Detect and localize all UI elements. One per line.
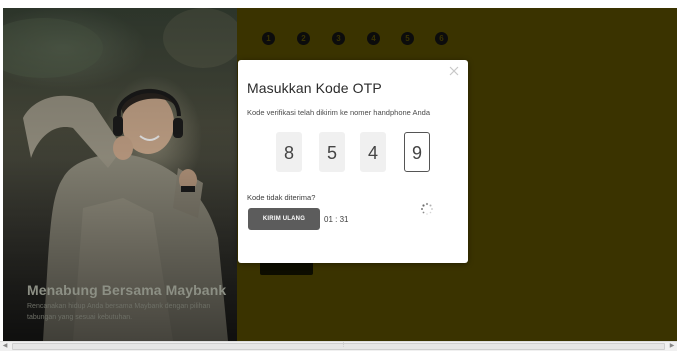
scrollbar-thumb[interactable] [12,343,665,350]
top-strip [0,0,677,8]
modal-subtitle: Kode verifikasi telah dikirim ke nomer h… [247,108,431,117]
otp-modal: Masukkan Kode OTP Kode verifikasi telah … [238,60,468,263]
scroll-right-icon[interactable]: ▶ [667,342,677,351]
close-icon-glyph [449,66,459,76]
step-3: 3 [332,32,345,45]
otp-digit-2[interactable]: 5 [319,132,345,172]
step-6: 6 [435,32,448,45]
loading-spinner-icon [421,202,433,215]
step-1: 1 [262,32,275,45]
hero-panel: Menabung Bersama Maybank Rencanakan hidu… [3,8,237,341]
hero-title: Menabung Bersama Maybank [27,282,227,298]
hero-description: Rencanakan hidup Anda bersama Maybank de… [27,303,211,321]
modal-title: Masukkan Kode OTP [247,80,382,96]
otp-digit-4[interactable]: 9 [404,132,430,172]
close-icon[interactable] [448,65,460,77]
step-2: 2 [297,32,310,45]
horizontal-scrollbar[interactable]: ◀ ⋮ ▶ [0,341,677,351]
scroll-left-icon[interactable]: ◀ [0,342,10,351]
page: Menabung Bersama Maybank Rencanakan hidu… [0,0,677,351]
scrollbar-grip-icon: ⋮ [341,342,346,348]
resend-button[interactable]: KIRIM ULANG [248,208,320,230]
countdown-timer: 01 : 31 [324,215,349,224]
otp-digit-3[interactable]: 4 [360,132,386,172]
step-5: 5 [401,32,414,45]
resend-label: Kode tidak diterima? [247,193,316,202]
otp-inputs: 8 5 4 9 [276,132,436,172]
otp-digit-1[interactable]: 8 [276,132,302,172]
step-4: 4 [367,32,380,45]
